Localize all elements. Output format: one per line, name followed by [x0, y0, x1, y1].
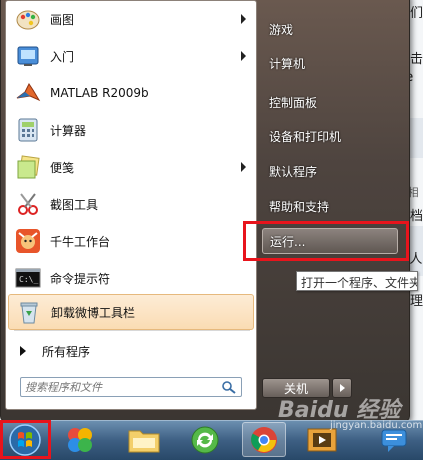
program-item-matlab[interactable]: MATLAB R2009b [8, 75, 254, 111]
program-label: 入门 [50, 49, 75, 64]
right-item-label: 控制面板 [269, 95, 318, 110]
qianniu-icon [14, 227, 42, 255]
snipping-tool-icon [14, 190, 42, 218]
program-item-qianniu[interactable]: 千牛工作台 [8, 223, 254, 259]
right-item-label: 帮助和支持 [269, 199, 330, 214]
watermark-url: jingyan.baidu.com [330, 420, 423, 431]
cmd-icon: C:\_ [14, 264, 42, 292]
refresh-icon [191, 426, 219, 453]
matlab-icon [14, 79, 42, 107]
chrome-icon [251, 426, 277, 453]
taskbar-app-chrome[interactable] [242, 422, 286, 457]
taskbar-app-explorer[interactable] [122, 422, 166, 457]
svg-text:C:\_: C:\_ [19, 275, 38, 284]
program-label: 便笺 [50, 160, 75, 175]
pinwheel-icon [68, 427, 92, 452]
divider [14, 330, 250, 331]
annotation-highlight-start [0, 420, 51, 459]
program-item-getting-started[interactable]: 入门 [8, 38, 254, 74]
program-item-uninstall-weibo-toolbar[interactable]: 卸载微博工具栏 [8, 294, 254, 330]
right-item-default-programs[interactable]: 默认程序 [262, 158, 398, 184]
annotation-highlight-run [243, 221, 409, 261]
program-item-calculator[interactable]: 计算器 [8, 112, 254, 148]
program-label: 计算器 [50, 123, 87, 138]
paint-icon [14, 5, 42, 33]
program-item-paint[interactable]: 画图 [8, 1, 254, 37]
right-item-computer[interactable]: 计算机 [262, 50, 398, 76]
program-item-sticky-notes[interactable]: 便笺 [8, 149, 254, 185]
right-item-label: 默认程序 [269, 164, 318, 179]
program-label: 千牛工作台 [50, 234, 111, 249]
taskbar-app-pinwheel[interactable] [58, 422, 102, 457]
program-label: MATLAB R2009b [50, 86, 149, 100]
program-label: 卸载微博工具栏 [51, 305, 136, 320]
taskbar-app-sync[interactable] [183, 422, 227, 457]
all-programs-label: 所有程序 [42, 344, 91, 359]
program-label: 画图 [50, 12, 75, 27]
all-programs-button[interactable]: 所有程序 [12, 338, 252, 364]
folder-icon [128, 430, 160, 452]
triangle-right-icon [20, 346, 26, 356]
chevron-right-icon [340, 384, 345, 392]
right-item-label: 游戏 [269, 22, 294, 37]
search-box[interactable] [20, 377, 242, 397]
right-item-games[interactable]: 游戏 [262, 16, 398, 42]
tooltip: 打开一个程序、文件夹、文档或网站 [296, 271, 418, 291]
right-item-label: 设备和打印机 [269, 129, 342, 144]
search-icon[interactable] [221, 380, 237, 394]
search-input[interactable] [25, 379, 215, 395]
submenu-arrow-icon [241, 14, 246, 24]
calculator-icon [14, 116, 42, 144]
submenu-arrow-icon [241, 162, 246, 172]
right-item-control-panel[interactable]: 控制面板 [262, 89, 398, 115]
program-label: 截图工具 [50, 197, 99, 212]
recycle-bin-icon [15, 298, 43, 326]
right-item-help-support[interactable]: 帮助和支持 [262, 193, 398, 219]
start-menu-programs-pane: 画图 入门 MATLAB R2009b 计算器 便笺 截图工具 千牛工作台 C:… [5, 0, 257, 410]
program-label: 命令提示符 [50, 271, 111, 286]
right-item-devices-printers[interactable]: 设备和打印机 [262, 123, 398, 149]
sticky-notes-icon [14, 153, 42, 181]
program-item-cmd[interactable]: C:\_ 命令提示符 [8, 260, 254, 296]
submenu-arrow-icon [241, 51, 246, 61]
getting-started-icon [14, 42, 42, 70]
right-item-label: 计算机 [269, 56, 306, 71]
program-item-snipping-tool[interactable]: 截图工具 [8, 186, 254, 222]
